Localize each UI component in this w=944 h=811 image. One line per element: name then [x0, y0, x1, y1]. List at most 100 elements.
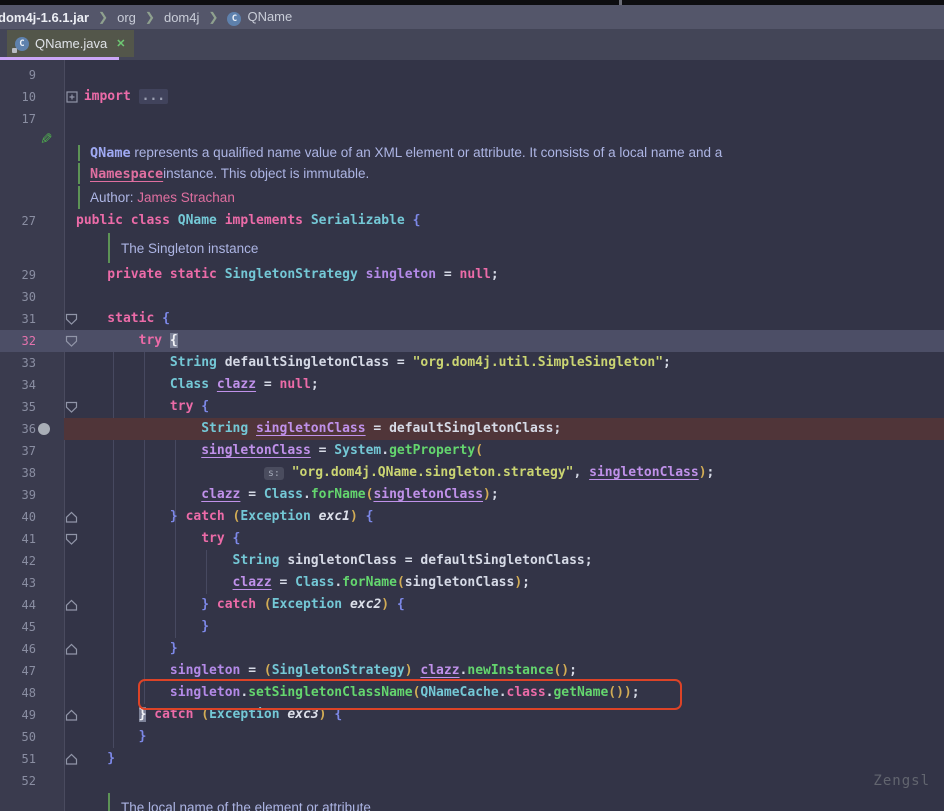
line-number: 51: [0, 748, 36, 770]
line-number: 36: [0, 418, 36, 440]
code-line[interactable]: 39 clazz = Class.forName(singletonClass)…: [0, 484, 944, 506]
code-text: s: "org.dom4j.QName.singleton.strategy",…: [76, 462, 714, 484]
doc-comment-line[interactable]: The Singleton instance: [0, 232, 944, 264]
doc-comment-bar: [78, 163, 80, 184]
ide-window: dom4j-1.6.1.jar ❯ org ❯ dom4j ❯ CQName C QName…: [0, 0, 944, 811]
code-text: clazz = Class.forName(singletonClass);: [76, 484, 499, 506]
code-line[interactable]: 32 try {: [0, 330, 944, 352]
code-line[interactable]: 46 }: [0, 638, 944, 660]
line-number: 34: [0, 374, 36, 396]
doc-comment-text: The Singleton instance: [121, 241, 258, 256]
line-number: 37: [0, 440, 36, 462]
chevron-right-icon: ❯: [98, 10, 108, 24]
doc-comment-bar: [108, 793, 110, 811]
line-number: 42: [0, 550, 36, 572]
close-icon[interactable]: ✕: [116, 37, 125, 50]
line-number: 40: [0, 506, 36, 528]
code-line[interactable]: 17: [0, 108, 944, 130]
java-class-icon: C: [227, 12, 241, 26]
breadcrumb-item-dom4j[interactable]: dom4j: [164, 10, 199, 25]
doc-comment-line[interactable]: Author: James Strachan: [0, 185, 944, 210]
doc-comment-bar: [108, 233, 110, 263]
code-text: static {: [76, 308, 170, 330]
code-line[interactable]: 45 }: [0, 616, 944, 638]
code-line[interactable]: 10 import ...: [0, 86, 944, 108]
code-text: }: [76, 726, 146, 748]
code-line[interactable]: 34 Class clazz = null;: [0, 374, 944, 396]
highlight-annotation-box: [138, 679, 682, 710]
doc-comment-bar: [78, 186, 80, 209]
line-number: 33: [0, 352, 36, 374]
code-line[interactable]: 41 try {: [0, 528, 944, 550]
java-class-icon: C: [15, 37, 29, 51]
line-number: 32: [0, 330, 36, 352]
line-number: 38: [0, 462, 36, 484]
doc-comment-text: QName represents a qualified name value …: [90, 145, 722, 161]
breadcrumb: dom4j-1.6.1.jar ❯ org ❯ dom4j ❯ CQName: [0, 5, 944, 29]
line-number: 30: [0, 286, 36, 308]
code-line[interactable]: 31 static {: [0, 308, 944, 330]
code-editor[interactable]: 910 import ...17✎QName represents a qual…: [0, 60, 944, 811]
breakpoint-icon[interactable]: [38, 423, 50, 435]
line-number: 44: [0, 594, 36, 616]
line-number: 27: [0, 210, 36, 232]
code-text: String defaultSingletonClass = "org.dom4…: [76, 352, 671, 374]
code-text: }: [76, 748, 115, 770]
code-text: private static SingletonStrategy singlet…: [76, 264, 499, 286]
line-number: 45: [0, 616, 36, 638]
code-text: String singletonClass = defaultSingleton…: [76, 418, 561, 440]
line-number: 29: [0, 264, 36, 286]
line-number: 17: [0, 108, 36, 130]
breadcrumb-item-qname[interactable]: CQName: [227, 9, 292, 26]
doc-comment-line[interactable]: Namespaceinstance. This object is immuta…: [0, 162, 944, 185]
line-number: 43: [0, 572, 36, 594]
watermark: Zengsl: [873, 773, 930, 789]
doc-comment-text: The local name of the element or attribu…: [121, 800, 371, 811]
tab-title: QName.java: [35, 36, 107, 51]
line-number: 48: [0, 682, 36, 704]
code-line[interactable]: 36 String singletonClass = defaultSingle…: [0, 418, 944, 440]
line-number: 10: [0, 86, 36, 108]
code-line[interactable]: 37 singletonClass = System.getProperty(: [0, 440, 944, 462]
doc-comment-text: Namespaceinstance. This object is immuta…: [90, 166, 369, 182]
code-text: clazz = Class.forName(singletonClass);: [76, 572, 530, 594]
doc-comment-bar: [78, 145, 80, 161]
code-line[interactable]: 9: [0, 64, 944, 86]
code-line[interactable]: 38 s: "org.dom4j.QName.singleton.strateg…: [0, 462, 944, 484]
code-text: } catch (Exception exc1) {: [76, 506, 373, 528]
code-line[interactable]: 43 clazz = Class.forName(singletonClass)…: [0, 572, 944, 594]
code-line[interactable]: 44 } catch (Exception exc2) {: [0, 594, 944, 616]
code-line[interactable]: 27 public class QName implements Serializ…: [0, 210, 944, 232]
code-text: public class QName implements Serializab…: [76, 210, 420, 232]
readonly-lock-icon: [12, 48, 17, 53]
code-text: }: [76, 616, 209, 638]
code-line[interactable]: 33 String defaultSingletonClass = "org.d…: [0, 352, 944, 374]
doc-comment-line[interactable]: The local name of the element or attribu…: [0, 792, 944, 811]
code-line[interactable]: 52: [0, 770, 944, 792]
code-line[interactable]: 35 try {: [0, 396, 944, 418]
code-line[interactable]: 40 } catch (Exception exc1) {: [0, 506, 944, 528]
editor-gap-row[interactable]: ✎: [0, 130, 944, 144]
line-number: 52: [0, 770, 36, 792]
doc-comment-line[interactable]: QName represents a qualified name value …: [0, 144, 944, 162]
line-number: 41: [0, 528, 36, 550]
code-line[interactable]: 51 }: [0, 748, 944, 770]
code-line[interactable]: 29 private static SingletonStrategy sing…: [0, 264, 944, 286]
line-number: 49: [0, 704, 36, 726]
code-text: }: [76, 638, 178, 660]
line-number: 9: [0, 64, 36, 86]
line-number: 31: [0, 308, 36, 330]
line-number: 46: [0, 638, 36, 660]
code-text: } catch (Exception exc2) {: [76, 594, 405, 616]
code-line[interactable]: 42 String singletonClass = defaultSingle…: [0, 550, 944, 572]
code-line[interactable]: 30: [0, 286, 944, 308]
chevron-right-icon: ❯: [208, 10, 218, 24]
breadcrumb-item-dom4j-1.6.1.jar[interactable]: dom4j-1.6.1.jar: [0, 10, 89, 25]
code-text: try {: [76, 330, 178, 352]
code-text: try {: [76, 528, 240, 550]
chevron-right-icon: ❯: [145, 10, 155, 24]
tab-qname-java[interactable]: C QName.java ✕: [7, 30, 134, 57]
line-number: 50: [0, 726, 36, 748]
code-line[interactable]: 50 }: [0, 726, 944, 748]
breadcrumb-item-org[interactable]: org: [117, 10, 136, 25]
